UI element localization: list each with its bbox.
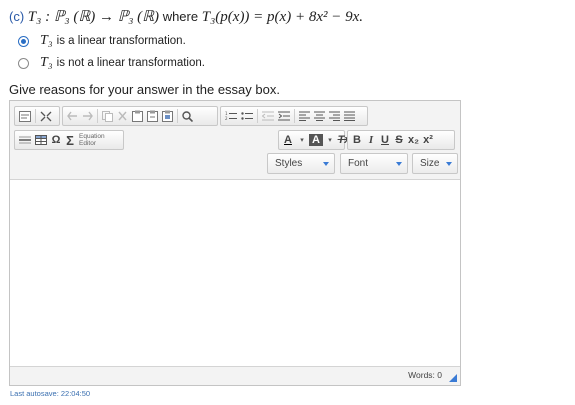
indent-icon[interactable] bbox=[276, 108, 292, 124]
horizontal-rule-icon[interactable] bbox=[17, 132, 33, 148]
align-center-icon[interactable] bbox=[312, 108, 327, 124]
bold-button[interactable]: B bbox=[350, 132, 364, 148]
size-label: Size bbox=[420, 158, 440, 169]
bulleted-list-icon[interactable] bbox=[239, 108, 255, 124]
outdent-icon[interactable] bbox=[260, 108, 276, 124]
toolbar-group-edit bbox=[62, 106, 218, 126]
special-char-icon[interactable]: Ω bbox=[49, 132, 63, 148]
chevron-down-icon bbox=[396, 162, 402, 166]
toolbar-group-source bbox=[14, 106, 60, 126]
where-word: where bbox=[162, 9, 199, 24]
table-icon[interactable] bbox=[33, 132, 49, 148]
equation-sigma-icon[interactable]: Σ bbox=[63, 132, 77, 148]
essay-editor: 12 Ω Σ Equation Editor A ▾ A ▾ Tx B I U … bbox=[9, 100, 461, 386]
styles-dropdown[interactable]: Styles bbox=[267, 153, 335, 174]
toolbar-group-insert: Ω Σ Equation Editor bbox=[14, 130, 124, 150]
radio-linear[interactable] bbox=[18, 35, 29, 47]
eq-editor-line1: Equation bbox=[79, 133, 105, 140]
subscript-button[interactable]: x₂ bbox=[406, 132, 421, 148]
autosave-status: Last autosave: 22:04:50 bbox=[10, 389, 91, 398]
copy-icon[interactable] bbox=[100, 108, 115, 124]
redo-icon[interactable] bbox=[80, 108, 95, 124]
equation-editor-button[interactable]: Equation Editor bbox=[79, 133, 105, 147]
map-declaration: T₃ : ℙ₃ (ℝ) → ℙ₃ (ℝ) bbox=[27, 9, 160, 25]
font-label: Font bbox=[348, 158, 369, 169]
chevron-down-icon[interactable]: ▾ bbox=[295, 132, 309, 148]
superscript-button[interactable]: x² bbox=[421, 132, 435, 148]
text-color-button[interactable]: A bbox=[281, 132, 295, 148]
font-dropdown[interactable]: Font bbox=[340, 153, 408, 174]
paste-icon[interactable] bbox=[130, 108, 145, 124]
option-label: is not a linear transformation. bbox=[56, 57, 205, 69]
paste-word-icon[interactable] bbox=[160, 108, 175, 124]
svg-text:2: 2 bbox=[225, 116, 228, 121]
paste-text-icon[interactable] bbox=[145, 108, 160, 124]
option-linear[interactable]: T₃ is a linear transformation. bbox=[18, 33, 186, 49]
size-dropdown[interactable]: Size bbox=[412, 153, 458, 174]
align-left-icon[interactable] bbox=[297, 108, 312, 124]
numbered-list-icon[interactable]: 12 bbox=[223, 108, 239, 124]
toolbar-group-colors: A ▾ A ▾ Tx bbox=[278, 130, 350, 150]
maximize-icon[interactable] bbox=[38, 108, 54, 124]
essay-text-area[interactable] bbox=[10, 179, 460, 367]
toolbar-group-paragraph: 12 bbox=[220, 106, 368, 126]
editor-toolbar: 12 Ω Σ Equation Editor A ▾ A ▾ Tx B I U … bbox=[10, 101, 460, 179]
find-icon[interactable] bbox=[180, 108, 195, 124]
chevron-down-icon bbox=[323, 162, 329, 166]
align-right-icon[interactable] bbox=[327, 108, 342, 124]
toolbar-group-basic-styles: B I U S x₂ x² bbox=[347, 130, 455, 150]
radio-not-linear[interactable] bbox=[18, 57, 29, 69]
part-label: (c) bbox=[9, 9, 25, 24]
resize-handle-icon[interactable] bbox=[449, 374, 457, 382]
option-math: T₃ bbox=[40, 33, 53, 48]
strikethrough-button[interactable]: S bbox=[392, 132, 406, 148]
bg-color-button[interactable]: A bbox=[309, 134, 323, 146]
option-label: is a linear transformation. bbox=[56, 35, 186, 47]
question-text: (c) T₃ : ℙ₃ (ℝ) → ℙ₃ (ℝ) where T₃(p(x)) … bbox=[9, 7, 363, 26]
eq-editor-line2: Editor bbox=[79, 140, 96, 147]
italic-button[interactable]: I bbox=[364, 132, 378, 148]
essay-prompt: Give reasons for your answer in the essa… bbox=[9, 82, 280, 97]
chevron-down-icon[interactable]: ▾ bbox=[323, 132, 337, 148]
cut-icon[interactable] bbox=[115, 108, 130, 124]
source-icon[interactable] bbox=[17, 108, 33, 124]
underline-button[interactable]: U bbox=[378, 132, 392, 148]
undo-icon[interactable] bbox=[65, 108, 80, 124]
chevron-down-icon bbox=[446, 162, 452, 166]
align-justify-icon[interactable] bbox=[342, 108, 357, 124]
styles-label: Styles bbox=[275, 158, 303, 169]
map-definition: T₃(p(x)) = p(x) + 8x² − 9x. bbox=[201, 9, 364, 25]
word-count: Words: 0 bbox=[408, 370, 442, 380]
option-math: T₃ bbox=[40, 55, 53, 70]
option-not-linear[interactable]: T₃ is not a linear transformation. bbox=[18, 55, 205, 71]
